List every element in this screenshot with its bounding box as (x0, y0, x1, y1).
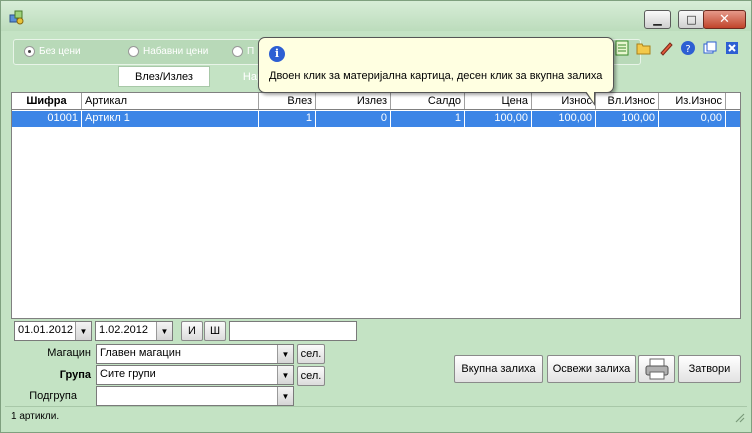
table-cell: 1 (391, 111, 465, 127)
status-text: 1 артикли. (11, 411, 60, 422)
radio-label: Набавни цени (143, 46, 209, 57)
svg-text:?: ? (685, 44, 690, 55)
pencil-icon[interactable] (657, 39, 675, 57)
column-header[interactable]: Салдо (391, 93, 465, 109)
search-input[interactable] (229, 321, 357, 341)
tooltip-tail-inner (586, 91, 594, 103)
application-window: ▁ □ ✕ Без цени Набавни цени П Влез/Излез… (0, 0, 752, 433)
maximize-button[interactable]: □ (678, 10, 705, 29)
info-icon: i (269, 46, 285, 62)
date-to-field[interactable]: 1.02.2012 ▼ (95, 321, 173, 341)
chevron-down-icon[interactable]: ▼ (277, 366, 293, 384)
warehouse-value: Главен магацин (100, 347, 181, 359)
toolbar: ? (613, 39, 741, 57)
and-label: И (188, 325, 196, 337)
refresh-stock-label: Освежи залиха (552, 363, 631, 375)
table-cell: 0,00 (659, 111, 726, 127)
info-tooltip: i Двоен клик за материјална картица, дес… (258, 37, 614, 106)
title-bar[interactable]: ▁ □ ✕ (1, 1, 751, 31)
and-toggle-button[interactable]: И (181, 321, 203, 341)
table-cell: Артикл 1 (82, 111, 259, 127)
table-row[interactable]: 01001 Артикл 1 1 0 1 100,00 100,00 100,0… (12, 111, 740, 127)
radio-dot-icon (128, 46, 139, 57)
chevron-down-icon[interactable]: ▼ (75, 322, 91, 340)
stock-table[interactable]: Шифра Артикал Влез Излез Салдо Цена Изно… (11, 92, 741, 319)
column-header[interactable]: Артикал (82, 93, 259, 109)
column-header[interactable]: Шифра (12, 93, 82, 109)
close-icon[interactable] (723, 39, 741, 57)
minimize-icon: ▁ (653, 13, 662, 26)
window-icon[interactable] (701, 39, 719, 57)
table-cell: 1 (259, 111, 316, 127)
table-cell: 100,00 (532, 111, 596, 127)
total-stock-label: Вкупна залиха (461, 363, 536, 375)
column-header[interactable]: Из.Износ (659, 93, 726, 109)
table-cell: 0 (316, 111, 391, 127)
group-label: Група (59, 369, 91, 381)
maximize-icon: □ (686, 13, 697, 26)
warehouse-select-button[interactable]: сел. (297, 344, 325, 364)
status-bar: 1 артикли. (5, 406, 747, 425)
chevron-down-icon[interactable]: ▼ (277, 387, 293, 405)
column-header[interactable]: Излез (316, 93, 391, 109)
close-button[interactable]: Затвори (678, 355, 741, 383)
group-select[interactable]: Сите групи ▼ (96, 365, 294, 385)
document-icon[interactable] (613, 39, 631, 57)
close-label: Затвори (688, 363, 731, 375)
subgroup-label: Подгрупа (29, 390, 77, 402)
resize-grip-icon[interactable] (733, 411, 745, 423)
radio-dot-icon (24, 46, 35, 57)
minimize-button[interactable]: ▁ (644, 10, 671, 29)
table-cell: 100,00 (596, 111, 659, 127)
column-header[interactable]: Вл.Износ (596, 93, 659, 109)
group-value: Сите групи (100, 368, 156, 380)
close-icon: ✕ (719, 12, 730, 27)
radio-sale-prices[interactable]: П (232, 46, 254, 57)
select-label: сел. (300, 348, 322, 360)
code-label: Ш (209, 325, 221, 337)
tooltip-text: Двоен клик за материјална картица, десен… (269, 70, 603, 82)
radio-label: Без цени (39, 46, 81, 57)
folder-open-icon[interactable] (635, 39, 653, 57)
tab-label: Влез/Излез (135, 70, 193, 83)
tab-in-out[interactable]: Влез/Излез (118, 66, 210, 87)
subgroup-select[interactable]: ▼ (96, 386, 294, 406)
refresh-stock-button[interactable]: Освежи залиха (547, 355, 636, 383)
close-window-button[interactable]: ✕ (703, 10, 746, 29)
printer-icon (645, 358, 668, 380)
radio-no-prices[interactable]: Без цени (24, 46, 81, 57)
warehouse-select[interactable]: Главен магацин ▼ (96, 344, 294, 364)
date-to-value: 1.02.2012 (99, 324, 148, 336)
total-stock-button[interactable]: Вкупна залиха (454, 355, 543, 383)
date-from-value: 01.01.2012 (18, 324, 74, 336)
app-icon (9, 10, 24, 25)
warehouse-label: Магацин (47, 347, 91, 359)
radio-dot-icon (232, 46, 243, 57)
chevron-down-icon[interactable]: ▼ (156, 322, 172, 340)
group-select-button[interactable]: сел. (297, 366, 325, 386)
code-toggle-button[interactable]: Ш (204, 321, 226, 341)
table-cell: 01001 (12, 111, 82, 127)
select-label: сел. (300, 370, 322, 382)
radio-purchase-prices[interactable]: Набавни цени (128, 46, 208, 57)
print-button[interactable] (638, 355, 675, 383)
column-header[interactable]: Цена (465, 93, 532, 109)
help-icon[interactable]: ? (679, 39, 697, 57)
chevron-down-icon[interactable]: ▼ (277, 345, 293, 363)
table-header: Шифра Артикал Влез Излез Салдо Цена Изно… (12, 93, 740, 110)
column-header[interactable]: Влез (259, 93, 316, 109)
table-cell: 100,00 (465, 111, 532, 127)
date-from-field[interactable]: 01.01.2012 ▼ (14, 321, 92, 341)
radio-label: П (247, 46, 255, 57)
